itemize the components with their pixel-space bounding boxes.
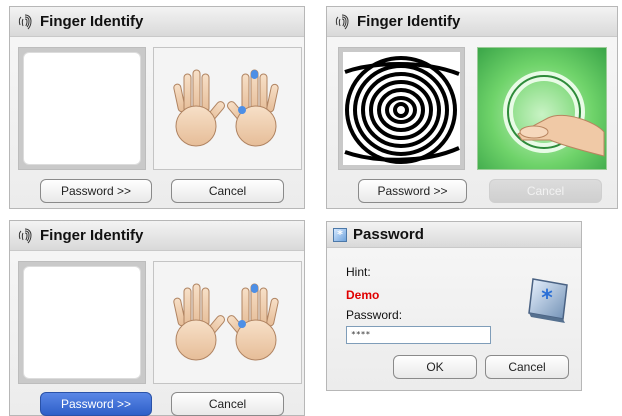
dialog-title: Finger Identify: [357, 13, 461, 30]
finger-identify-dialog-1: Finger Identify Password >> Cancel: [9, 6, 305, 209]
fingerprint-icon: [18, 14, 32, 29]
svg-text:*: *: [541, 286, 553, 311]
password-button-selected[interactable]: Password >>: [40, 392, 152, 416]
dialog-title: Finger Identify: [40, 13, 144, 30]
cancel-button-disabled[interactable]: Cancel: [489, 179, 602, 203]
keyboard-key-icon: *: [528, 278, 568, 323]
dialog-title: Finger Identify: [40, 227, 144, 244]
hands-icon: [173, 283, 279, 361]
capture-box: [23, 52, 141, 165]
titlebar: Finger Identify: [327, 7, 617, 37]
fingerprint-icon: [18, 228, 32, 243]
hint-value: Demo: [346, 288, 380, 302]
selected-fingertip: [251, 284, 258, 293]
hands-panel: [153, 47, 302, 170]
dialog-title: Password: [353, 226, 424, 243]
password-label: Password:: [346, 308, 403, 322]
password-dialog: * Password Hint: Demo Password: **** * O…: [326, 221, 582, 391]
scanner-panel: [477, 47, 607, 170]
password-button[interactable]: Password >>: [40, 179, 152, 203]
password-input[interactable]: ****: [346, 326, 491, 344]
key-icon: *: [333, 227, 347, 242]
cancel-button[interactable]: Cancel: [171, 392, 284, 416]
fingerprint-capture-area: [338, 47, 465, 170]
capture-box: [23, 266, 141, 379]
selected-fingertip: [251, 70, 258, 79]
finger-scanner-icon: [503, 71, 605, 157]
finger-identify-dialog-3: Finger Identify Password >> Cancel: [9, 220, 305, 416]
ok-button[interactable]: OK: [393, 355, 477, 379]
titlebar: * Password: [327, 222, 581, 248]
titlebar: Finger Identify: [10, 221, 304, 251]
fingerprint-scan-image: [343, 52, 460, 165]
cancel-button[interactable]: Cancel: [485, 355, 569, 379]
titlebar: Finger Identify: [10, 7, 304, 37]
hands-panel: [153, 261, 302, 384]
hands-icon: [173, 69, 279, 147]
fingerprint-capture-area: [18, 47, 146, 170]
hint-label: Hint:: [346, 265, 371, 279]
fingerprint-icon: [335, 14, 349, 29]
finger-identify-dialog-2: Finger Identify Password >> Cancel: [326, 6, 618, 209]
fingerprint-capture-area: [18, 261, 146, 384]
cancel-button[interactable]: Cancel: [171, 179, 284, 203]
password-button[interactable]: Password >>: [358, 179, 467, 203]
